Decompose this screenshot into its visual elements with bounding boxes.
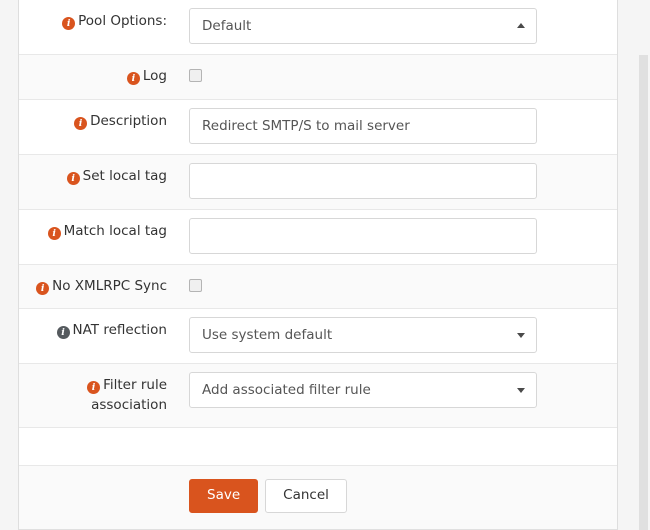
- form-actions-row: Save Cancel: [19, 466, 617, 530]
- set-local-tag-input[interactable]: [189, 162, 537, 199]
- filter-rule-association-value: Add associated filter rule: [202, 382, 371, 399]
- log-checkbox[interactable]: [189, 69, 202, 82]
- form-actions-group: Save Cancel: [177, 479, 347, 513]
- save-button[interactable]: Save: [189, 479, 259, 513]
- label-log: i Log: [19, 55, 177, 99]
- form-row-nat-reflection: i NAT reflection Use system default: [19, 309, 617, 365]
- nat-reflection-select[interactable]: Use system default: [189, 317, 537, 354]
- nat-port-forward-form-panel: i Pool Options: Default i Log i Description…: [18, 0, 618, 530]
- form-row-spacer: [19, 428, 617, 467]
- form-row-set-local-tag: i Set local tag: [19, 154, 617, 210]
- info-icon[interactable]: i: [74, 116, 88, 130]
- info-icon[interactable]: i: [47, 226, 61, 240]
- label-pool-options: i Pool Options:: [19, 0, 177, 44]
- chevron-down-icon: [517, 333, 525, 339]
- pool-options-value: Default: [202, 18, 252, 34]
- cancel-button[interactable]: Cancel: [265, 479, 347, 513]
- control-spacer: [177, 428, 617, 446]
- control-no-xmlrpc-sync: [177, 265, 617, 306]
- label-spacer: [19, 428, 177, 452]
- chevron-up-icon: [517, 23, 525, 28]
- pool-options-select[interactable]: Default: [189, 8, 537, 44]
- chevron-down-icon: [517, 388, 525, 394]
- form-row-match-local-tag: i Match local tag: [19, 209, 617, 265]
- control-log: [177, 55, 617, 96]
- label-description: i Description: [19, 100, 177, 144]
- description-input[interactable]: Redirect SMTP/S to mail server: [189, 107, 537, 144]
- control-pool-options: Default: [177, 0, 617, 54]
- info-icon[interactable]: i: [62, 17, 76, 30]
- nat-reflection-value: Use system default: [202, 327, 333, 344]
- control-match-local-tag: [177, 210, 617, 264]
- form-row-no-xmlrpc-sync: i No XMLRPC Sync: [19, 264, 617, 310]
- label-text: Set local tag: [82, 167, 167, 184]
- control-set-local-tag: [177, 155, 617, 209]
- info-icon[interactable]: i: [87, 381, 101, 395]
- label-text: Filter rule association: [91, 377, 167, 413]
- form-row-filter-rule-association: i Filter rule association Add associated …: [19, 364, 617, 429]
- label-filter-rule-association: i Filter rule association: [19, 364, 177, 427]
- info-icon[interactable]: i: [56, 326, 70, 340]
- label-match-local-tag: i Match local tag: [19, 210, 177, 254]
- info-icon[interactable]: i: [36, 281, 50, 295]
- info-icon[interactable]: i: [126, 72, 140, 85]
- label-text: Pool Options:: [78, 13, 167, 29]
- match-local-tag-input[interactable]: [189, 217, 537, 254]
- label-set-local-tag: i Set local tag: [19, 155, 177, 199]
- form-row-description: i Description Redirect SMTP/S to mail ser…: [19, 99, 617, 155]
- label-text: No XMLRPC Sync: [52, 277, 167, 294]
- control-description: Redirect SMTP/S to mail server: [177, 100, 617, 154]
- label-text: Description: [90, 112, 167, 129]
- label-text: NAT reflection: [72, 322, 167, 339]
- info-icon[interactable]: i: [66, 171, 80, 185]
- label-no-xmlrpc-sync: i No XMLRPC Sync: [19, 265, 177, 309]
- page-scrollbar-track[interactable]: [635, 0, 650, 530]
- label-text: Log: [142, 68, 167, 84]
- label-nat-reflection: i NAT reflection: [19, 309, 177, 353]
- form-row-log: i Log: [19, 55, 617, 100]
- control-filter-rule-association: Add associated filter rule: [177, 364, 617, 418]
- form-row-pool-options: i Pool Options: Default: [19, 0, 617, 55]
- label-text: Match local tag: [63, 222, 167, 239]
- control-nat-reflection: Use system default: [177, 309, 617, 363]
- filter-rule-association-select[interactable]: Add associated filter rule: [189, 372, 537, 409]
- page-scrollbar-thumb[interactable]: [639, 55, 648, 530]
- no-xmlrpc-sync-checkbox[interactable]: [189, 278, 202, 292]
- description-value: Redirect SMTP/S to mail server: [202, 117, 410, 134]
